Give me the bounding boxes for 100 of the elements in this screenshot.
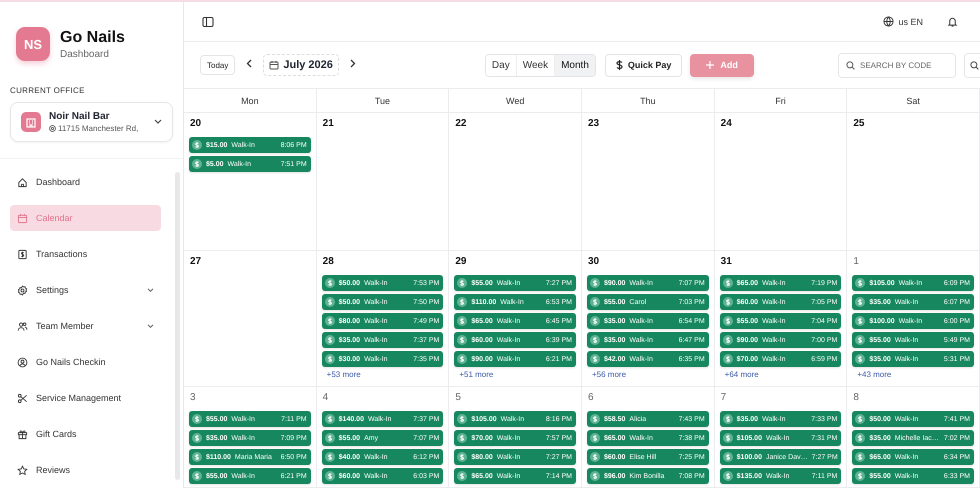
dollar-circle-icon [855, 278, 866, 288]
dollar-circle-icon [192, 140, 202, 150]
dollar-circle-icon [722, 278, 733, 288]
brand-logo: NS [16, 27, 50, 61]
day-cell[interactable]: 23 [582, 113, 715, 251]
chevron-right-icon[interactable] [350, 59, 356, 68]
dollar-circle-icon [590, 471, 600, 481]
day-cell[interactable]: 21 [316, 113, 450, 251]
search-field[interactable]: SEARCH BY CODE [838, 52, 956, 78]
day-number: 7 [720, 392, 728, 405]
more-link[interactable]: +51 more [454, 370, 576, 379]
calendar-icon [269, 60, 280, 70]
weekday-header: Sat [847, 89, 980, 113]
view-tab[interactable]: Month [554, 54, 595, 76]
dollar-circle-icon [457, 433, 468, 443]
dollar-circle-icon [855, 316, 866, 326]
search-button[interactable] [964, 52, 980, 78]
sidebar-item[interactable]: Service Management [10, 385, 161, 411]
day-number: 6 [587, 392, 595, 405]
dollar-circle-icon [722, 414, 733, 424]
weekday-header: Thu [582, 89, 715, 113]
today-button[interactable]: Today [200, 55, 236, 75]
chevron-down-icon [154, 119, 162, 125]
dollar-circle-icon [722, 316, 733, 326]
chevron-left-icon[interactable] [246, 59, 252, 68]
house-icon [17, 176, 28, 188]
dollar-circle-icon [192, 433, 202, 443]
sidebar-item[interactable]: Settings [10, 277, 161, 303]
dollar-circle-icon [324, 297, 335, 307]
language-selector[interactable]: us EN [898, 16, 923, 26]
dollar-circle-icon [457, 414, 468, 424]
day-number: 1 [852, 256, 860, 269]
day-cell[interactable]: 24 [714, 113, 848, 251]
person-circle-icon [17, 356, 28, 368]
dollar-circle-icon [590, 335, 600, 345]
sidebar-item[interactable]: Calendar [10, 205, 161, 231]
day-number: 24 [720, 118, 733, 131]
dollar-circle-icon [324, 471, 335, 481]
quick-pay-button[interactable]: Quick Pay [604, 54, 682, 76]
dollar-circle-icon [590, 354, 600, 364]
weekday-header: Wed [449, 89, 582, 113]
add-button[interactable]: Add [690, 54, 754, 76]
location-pin-icon [49, 125, 56, 132]
dollar-document-icon [17, 248, 28, 260]
dollar-circle-icon [722, 433, 733, 443]
more-link[interactable]: +56 more [587, 370, 709, 379]
dollar-circle-icon [722, 297, 733, 307]
office-selector[interactable]: Noir Nail Bar 11715 Manchester Rd, [10, 102, 173, 142]
month-picker[interactable]: July 2026 [263, 54, 339, 76]
dollar-circle-icon [324, 278, 335, 288]
chevron-down-icon [147, 288, 154, 292]
day-number: 29 [454, 256, 468, 269]
dollar-circle-icon [855, 433, 866, 443]
day-cell[interactable]: 27 [184, 251, 317, 387]
weekday-header: Fri [714, 89, 848, 113]
day-cell[interactable]: 25 [847, 113, 980, 251]
globe-icon[interactable] [883, 16, 894, 27]
scissors-icon [17, 392, 28, 404]
weekday-header: Mon [184, 89, 317, 113]
dollar-circle-icon [192, 471, 202, 481]
office-address: 11715 Manchester Rd, [58, 124, 138, 133]
dollar-circle-icon [722, 354, 733, 364]
day-number: 30 [587, 256, 600, 269]
sidebar-toggle-icon[interactable] [202, 16, 214, 28]
dollar-circle-icon [722, 471, 733, 481]
day-number: 28 [322, 256, 335, 269]
sidebar-item[interactable]: Reviews [10, 457, 161, 483]
sidebar-item[interactable]: Gift Cards [10, 421, 161, 447]
dollar-circle-icon [457, 297, 468, 307]
dollar-circle-icon [590, 316, 600, 326]
dollar-circle-icon [192, 452, 202, 462]
day-number: 5 [454, 392, 462, 405]
day-number: 4 [322, 392, 330, 405]
day-cell[interactable]: 22 [449, 113, 582, 251]
dollar-circle-icon [590, 297, 600, 307]
chevron-down-icon [147, 324, 154, 328]
day-number: 8 [852, 392, 860, 405]
more-link[interactable]: +64 more [720, 370, 842, 379]
sidebar-item[interactable]: Go Nails Checkin [10, 349, 161, 375]
more-link[interactable]: +53 more [322, 370, 444, 379]
day-number: 3 [189, 392, 197, 405]
more-link[interactable]: +43 more [852, 370, 974, 379]
dollar-circle-icon [324, 433, 335, 443]
sidebar-item[interactable]: Team Member [10, 313, 161, 339]
day-number: 23 [587, 118, 600, 131]
dollar-circle-icon [457, 335, 468, 345]
day-number: 27 [189, 256, 202, 269]
bell-icon[interactable] [947, 16, 958, 27]
dollar-circle-icon [457, 452, 468, 462]
dollar-circle-icon [590, 414, 600, 424]
sidebar-item[interactable]: Transactions [10, 241, 161, 267]
star-icon [17, 464, 28, 476]
day-number: 21 [322, 118, 335, 131]
gift-icon [17, 428, 28, 440]
sidebar-item[interactable]: Dashboard [10, 169, 161, 195]
dollar-circle-icon [457, 471, 468, 481]
dollar-circle-icon [855, 452, 866, 462]
dollar-icon [616, 60, 623, 70]
day-number: 25 [852, 118, 866, 131]
dollar-circle-icon [192, 159, 202, 169]
